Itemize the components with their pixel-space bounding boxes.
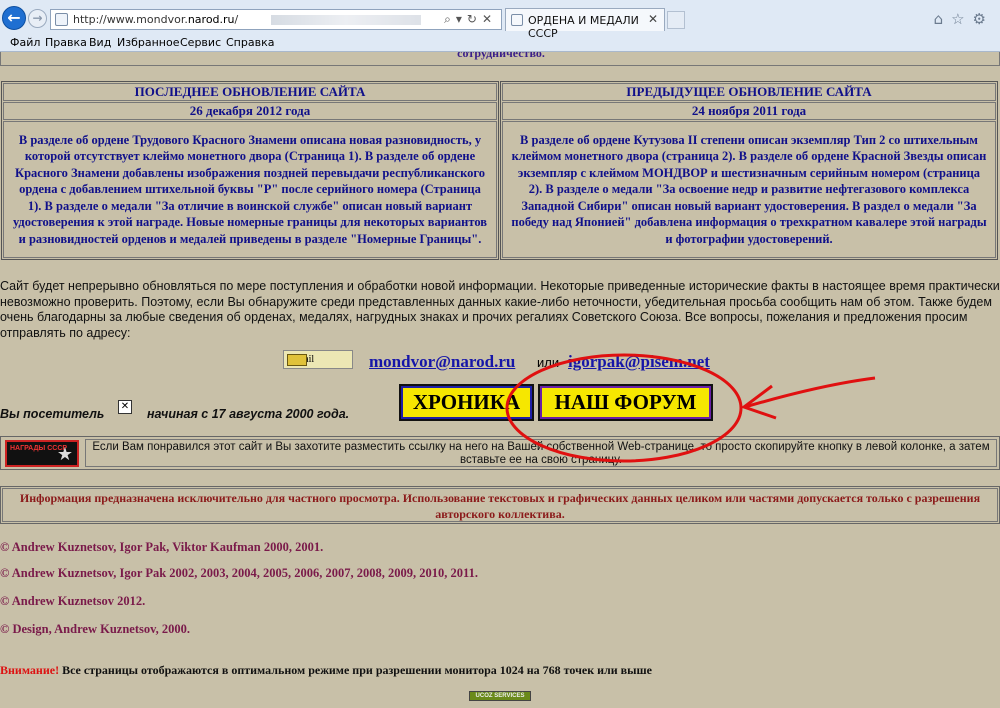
top-cut-text: сотрудничество. bbox=[457, 52, 545, 60]
menu-help[interactable]: Справка bbox=[226, 36, 274, 49]
attention-text: Все страницы отображаются в оптимальном … bbox=[59, 663, 652, 677]
menu-bar: Файл Правка Вид Избранное Сервис Справка bbox=[0, 35, 1000, 51]
address-tools-icons[interactable]: ⌕▾↻✕ bbox=[444, 12, 497, 27]
envelope-icon bbox=[287, 354, 307, 366]
menu-favorites[interactable]: Избранное bbox=[117, 36, 179, 49]
forum-button[interactable]: НАШ ФОРУМ bbox=[538, 384, 713, 421]
email-badge: E-mail bbox=[283, 350, 353, 369]
last-update-body: В разделе об ордене Трудового Красного З… bbox=[3, 121, 497, 258]
copyright-line-1: © Andrew Kuznetsov, Igor Pak, Viktor Kau… bbox=[0, 540, 324, 554]
copyright-line-4: © Design, Andrew Kuznetsov, 2000. bbox=[0, 622, 191, 636]
email-link-mondvor[interactable]: mondvor@narod.ru bbox=[369, 352, 515, 372]
home-favorites-settings-icons[interactable]: ⌂☆⚙ bbox=[934, 10, 994, 28]
tab-favicon-icon bbox=[511, 14, 523, 26]
site-icon bbox=[55, 13, 68, 26]
copyright-info-text: Информация предназначена исключительно д… bbox=[2, 488, 998, 522]
last-update-panel: ПОСЛЕДНЕЕ ОБНОВЛЕНИЕ САЙТА 26 декабря 20… bbox=[1, 81, 499, 260]
web-page: сотрудничество. ПОСЛЕДНЕЕ ОБНОВЛЕНИЕ САЙ… bbox=[0, 52, 1000, 708]
star-icon: ★ bbox=[56, 444, 73, 465]
blurred-url-segment bbox=[271, 15, 421, 25]
tab-close-icon[interactable]: ✕ bbox=[648, 12, 658, 26]
attention-label: Внимание! bbox=[0, 663, 60, 677]
last-update-heading: ПОСЛЕДНЕЕ ОБНОВЛЕНИЕ САЙТА bbox=[3, 83, 497, 101]
resolution-notice: Внимание! Все страницы отображаются в оп… bbox=[0, 663, 652, 678]
prev-update-heading: ПРЕДЫДУЩЕЕ ОБНОВЛЕНИЕ САЙТА bbox=[502, 83, 996, 101]
notice-text: Сайт будет непрерывно обновляться по мер… bbox=[0, 279, 1000, 340]
link-banner-text: Если Вам понравился этот сайт и Вы захот… bbox=[85, 439, 997, 467]
copyright-line-3: © Andrew Kuznetsov 2012. bbox=[0, 594, 146, 608]
new-tab-button[interactable] bbox=[667, 11, 685, 29]
last-update-date: 26 декабря 2012 года bbox=[3, 102, 497, 120]
top-cut-row: сотрудничество. bbox=[0, 52, 1000, 66]
site-link-button[interactable]: НАГРАДЫ СССР ★ bbox=[5, 440, 79, 467]
link-banner-row: НАГРАДЫ СССР ★ Если Вам понравился этот … bbox=[0, 436, 1000, 470]
browser-chrome: ← → http://www.mondvor.narod.ru/ ⌕▾↻✕ ОР… bbox=[0, 0, 1000, 52]
browser-tab[interactable]: ОРДЕНА И МЕДАЛИ СССР ✕ bbox=[505, 8, 665, 40]
email-link-igorpak[interactable]: igorpak@pisem.net bbox=[568, 352, 710, 372]
copyright-info-box: Информация предназначена исключительно д… bbox=[0, 486, 1000, 524]
visitors-label: Вы посетитель bbox=[0, 407, 105, 421]
ucoz-badge[interactable]: UCOZ SERVICES bbox=[469, 691, 531, 701]
address-bar[interactable]: http://www.mondvor.narod.ru/ ⌕▾↻✕ bbox=[50, 9, 502, 30]
forward-arrow-icon[interactable]: → bbox=[28, 9, 47, 28]
menu-view[interactable]: Вид bbox=[89, 36, 111, 49]
email-or-text: или bbox=[537, 355, 560, 370]
visitors-since: начиная с 17 августа 2000 года. bbox=[147, 407, 350, 421]
chronicle-button[interactable]: ХРОНИКА bbox=[399, 384, 534, 421]
broken-counter-icon: ✕ bbox=[118, 400, 132, 414]
menu-file[interactable]: Файл bbox=[10, 36, 40, 49]
prev-update-body: В разделе об ордене Кутузова II степени … bbox=[502, 121, 996, 258]
prev-update-date: 24 ноября 2011 года bbox=[502, 102, 996, 120]
address-url[interactable]: http://www.mondvor.narod.ru/ bbox=[73, 13, 238, 26]
copyright-line-2: © Andrew Kuznetsov, Igor Pak 2002, 2003,… bbox=[0, 566, 478, 580]
back-arrow-icon[interactable]: ← bbox=[2, 6, 26, 30]
prev-update-panel: ПРЕДЫДУЩЕЕ ОБНОВЛЕНИЕ САЙТА 24 ноября 20… bbox=[500, 81, 998, 260]
menu-tools[interactable]: Сервис bbox=[180, 36, 221, 49]
menu-edit[interactable]: Правка bbox=[45, 36, 87, 49]
